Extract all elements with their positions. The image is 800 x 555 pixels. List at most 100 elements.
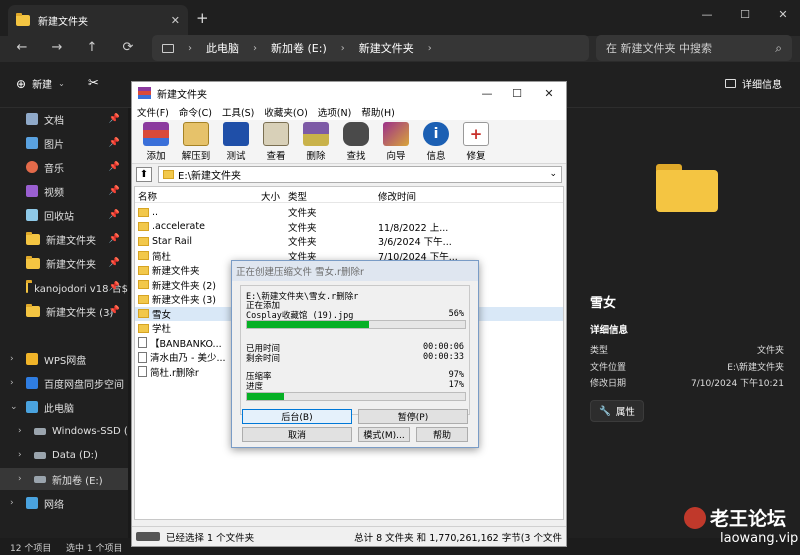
address-bar[interactable]: › 此电脑 › 新加卷 (E:) › 新建文件夹 › (152, 35, 589, 61)
forward-button[interactable]: → (45, 37, 69, 57)
up-button[interactable]: ↑ (80, 37, 104, 57)
chevron-down-icon[interactable]: ⌄ (10, 402, 18, 412)
tool-info-button[interactable]: i 信息 (416, 120, 456, 162)
path-field[interactable]: E:\新建文件夹 ⌄ (158, 165, 562, 183)
chevron-right-icon[interactable]: › (10, 354, 14, 364)
background-button[interactable]: 后台(B) (242, 409, 352, 424)
file-name-cell: 简杜.r删除r (138, 365, 199, 379)
file-name: 新建文件夹 (2) (152, 280, 216, 292)
tool-find-button[interactable]: 查找 (336, 120, 376, 162)
sidebar-item-label: WPS网盘 (44, 355, 87, 367)
sidebar-item-baidu-sync[interactable]: › 百度网盘同步空间 (0, 372, 128, 394)
progress-label: 进度 (246, 382, 264, 392)
chevron-right-icon[interactable]: › (10, 378, 14, 388)
file-row[interactable]: .accelerate 文件夹 11/8/2022 上... (135, 220, 563, 235)
breadcrumb-item[interactable]: 新建文件夹 (359, 40, 414, 56)
sidebar-item-this-pc[interactable]: ⌄ 此电脑 (0, 396, 128, 418)
tool-label: 向导 (386, 151, 406, 162)
pause-button[interactable]: 暂停(P) (358, 409, 468, 424)
sidebar-item-folder[interactable]: 新建文件夹 (3) 📌 (0, 300, 128, 322)
details-pane-button[interactable]: 详细信息 (725, 76, 782, 91)
menu-file[interactable]: 文件(F) (137, 105, 169, 119)
chevron-right-icon[interactable]: › (18, 426, 22, 436)
column-name[interactable]: 名称 (138, 189, 157, 203)
folder-icon (163, 169, 174, 179)
sidebar-item-recycle-bin[interactable]: 回收站 📌 (0, 204, 128, 226)
refresh-button[interactable]: ⟳ (116, 37, 140, 57)
sidebar-item-documents[interactable]: 文档 📌 (0, 108, 128, 130)
pin-icon: 📌 (108, 282, 120, 292)
tool-view-button[interactable]: 查看 (256, 120, 296, 162)
file-time: 3/6/2024 下午... (378, 237, 452, 249)
properties-button[interactable]: 🔧 属性 (590, 400, 644, 422)
winrar-minimize-button[interactable]: — (472, 82, 502, 104)
file-name-cell: 新建文件夹 (2) (138, 278, 216, 292)
back-button[interactable]: ← (10, 37, 34, 57)
sidebar-item-folder[interactable]: kanojodori v18 合$ 📌 (0, 276, 128, 298)
file-progress-bar (246, 320, 466, 329)
chevron-right-icon[interactable]: › (10, 498, 14, 508)
winrar-close-button[interactable]: ✕ (534, 82, 564, 104)
tool-label: 添加 (146, 151, 166, 162)
close-window-button[interactable]: ✕ (760, 0, 800, 28)
file-name: 雪女 (152, 309, 172, 321)
watermark-url: laowang.vip (720, 531, 799, 546)
search-placeholder: 在 新建文件夹 中搜索 (606, 42, 712, 55)
sidebar-item-label: 新建文件夹 (46, 259, 96, 271)
chevron-down-icon[interactable]: ⌄ (549, 169, 557, 179)
site-watermark: 老王论坛 laowang.vip (640, 500, 800, 555)
sidebar-item-drive-e[interactable]: › 新加卷 (E:) (0, 468, 128, 490)
column-size[interactable]: 大小 (261, 189, 280, 203)
tool-add-button[interactable]: 添加 (136, 120, 176, 162)
tool-delete-button[interactable]: 删除 (296, 120, 336, 162)
sidebar-item-label: 音乐 (44, 163, 64, 175)
find-icon (343, 122, 369, 146)
mode-button[interactable]: 模式(M)... (358, 427, 410, 442)
sidebar-item-pictures[interactable]: 图片 📌 (0, 132, 128, 154)
sidebar-item-music[interactable]: 音乐 📌 (0, 156, 128, 178)
help-button[interactable]: 帮助 (416, 427, 468, 442)
sidebar-item-wps-drive[interactable]: › WPS网盘 (0, 348, 128, 370)
winrar-maximize-button[interactable]: ☐ (502, 82, 532, 104)
sidebar-item-folder[interactable]: 新建文件夹 📌 (0, 228, 128, 250)
sidebar-item-videos[interactable]: 视频 📌 (0, 180, 128, 202)
cloud-icon (26, 377, 38, 389)
menu-favorites[interactable]: 收藏夹(O) (264, 105, 307, 119)
sidebar-item-network[interactable]: › 网络 (0, 492, 128, 514)
tool-extract-button[interactable]: 解压到 (176, 120, 216, 162)
sidebar-item-label: Data (D:) (52, 449, 98, 461)
close-tab-icon[interactable]: ✕ (171, 14, 180, 27)
column-time[interactable]: 修改时间 (378, 189, 416, 203)
menu-tools[interactable]: 工具(S) (222, 105, 254, 119)
document-icon (26, 113, 38, 125)
tab-current-folder[interactable]: 新建文件夹 ✕ (8, 5, 188, 36)
new-button[interactable]: ⊕ 新建 ⌄ (16, 76, 65, 92)
new-tab-button[interactable]: + (196, 9, 209, 27)
sidebar-item-drive-c[interactable]: › Windows-SSD (C: (0, 420, 128, 442)
file-name-cell: 学杜 (138, 321, 171, 335)
cancel-button[interactable]: 取消 (242, 427, 352, 442)
file-name: 简杜 (152, 251, 172, 263)
file-percent: 56% (448, 309, 464, 319)
menu-command[interactable]: 命令(C) (179, 105, 212, 119)
sidebar-item-folder[interactable]: 新建文件夹 📌 (0, 252, 128, 274)
folder-icon (26, 255, 40, 269)
file-row[interactable]: Star Rail 文件夹 3/6/2024 下午... (135, 234, 563, 249)
tool-test-button[interactable]: 测试 (216, 120, 256, 162)
menu-options[interactable]: 选项(N) (318, 105, 352, 119)
chevron-right-icon[interactable]: › (18, 474, 22, 484)
detail-value: 7/10/2024 下午10:21 (691, 379, 784, 389)
breadcrumb-item[interactable]: 此电脑 (206, 40, 239, 56)
music-icon (26, 161, 38, 173)
chevron-right-icon[interactable]: › (18, 450, 22, 460)
search-input[interactable]: 在 新建文件夹 中搜索 ⌕ (596, 35, 792, 61)
file-row[interactable]: .. 文件夹 (135, 205, 563, 220)
column-type[interactable]: 类型 (288, 189, 307, 203)
sidebar-item-drive-d[interactable]: › Data (D:) (0, 444, 128, 466)
cut-button[interactable]: ✂ (88, 76, 99, 91)
menu-help[interactable]: 帮助(H) (361, 105, 395, 119)
tool-wizard-button[interactable]: 向导 (376, 120, 416, 162)
up-folder-button[interactable]: ⬆ (136, 166, 152, 182)
breadcrumb-item[interactable]: 新加卷 (E:) (271, 40, 327, 56)
tool-repair-button[interactable]: + 修复 (456, 120, 496, 162)
